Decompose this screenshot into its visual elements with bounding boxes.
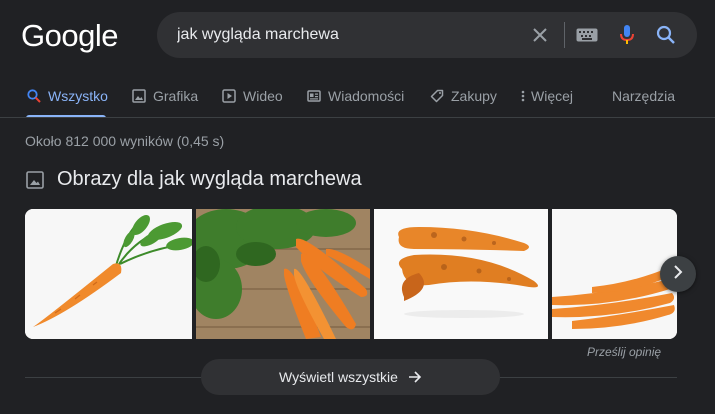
- tab-label: Grafika: [153, 88, 199, 104]
- chevron-right-icon: [672, 264, 684, 284]
- tools-button[interactable]: Narzędzia: [612, 85, 675, 107]
- tag-icon: [429, 88, 445, 104]
- arrow-right-icon: [408, 370, 422, 384]
- result-stats: Około 812 000 wyników (0,45 s): [25, 133, 225, 149]
- search-icon: [26, 88, 42, 104]
- microphone-icon[interactable]: [615, 23, 639, 47]
- image-icon: [131, 88, 147, 104]
- tab-shopping[interactable]: Zakupy: [429, 85, 497, 107]
- search-input[interactable]: [177, 12, 507, 58]
- images-section-title[interactable]: Obrazy dla jak wygląda marchewa: [57, 168, 362, 191]
- carousel-next-button[interactable]: [660, 256, 696, 292]
- more-vert-icon: [519, 88, 527, 104]
- tab-label: Wszystko: [48, 88, 108, 104]
- image-result-3[interactable]: [374, 209, 548, 339]
- images-section-header: Obrazy dla jak wygląda marchewa: [25, 168, 362, 191]
- news-icon: [306, 88, 322, 104]
- search-box[interactable]: [157, 12, 697, 58]
- tab-label: Zakupy: [451, 88, 497, 104]
- image-icon: [25, 170, 45, 190]
- image-result-1[interactable]: [25, 209, 192, 339]
- tab-all[interactable]: Wszystko: [26, 85, 108, 107]
- google-logo[interactable]: Google: [21, 18, 118, 54]
- header-divider: [0, 117, 715, 118]
- view-all-button[interactable]: Wyświetl wszystkie: [201, 359, 500, 395]
- tab-label: Więcej: [531, 88, 574, 104]
- tab-news[interactable]: Wiadomości: [306, 85, 404, 107]
- image-result-2[interactable]: [196, 209, 370, 339]
- tab-images[interactable]: Grafika: [131, 85, 198, 107]
- keyboard-icon[interactable]: [575, 23, 599, 47]
- tab-more[interactable]: Więcej: [519, 85, 573, 107]
- image-result-4[interactable]: [552, 209, 677, 339]
- search-tabs: Wszystko Grafika Wideo Wiadomości Zakupy…: [0, 85, 715, 109]
- video-icon: [221, 88, 237, 104]
- clear-icon[interactable]: [528, 23, 552, 47]
- search-icon[interactable]: [654, 23, 678, 47]
- view-all-label: Wyświetl wszystkie: [279, 369, 398, 385]
- tab-video[interactable]: Wideo: [221, 85, 283, 107]
- search-divider: [564, 22, 565, 48]
- tab-label: Wideo: [243, 88, 283, 104]
- feedback-link[interactable]: Prześlij opinię: [587, 345, 661, 359]
- tab-label: Wiadomości: [328, 88, 405, 104]
